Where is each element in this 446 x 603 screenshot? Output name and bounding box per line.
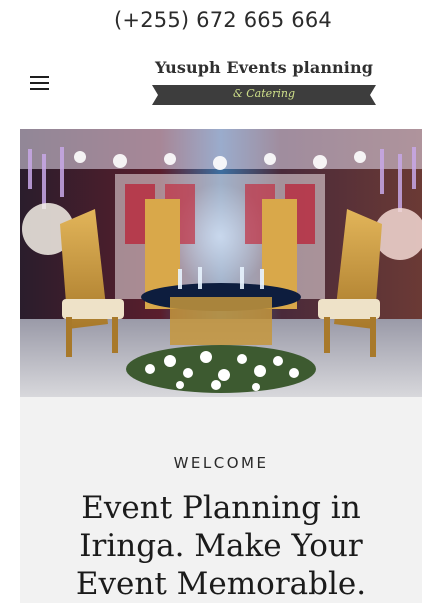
- welcome-label: WELCOME: [173, 454, 269, 472]
- hamburger-line: [30, 88, 49, 90]
- hamburger-menu-icon[interactable]: [30, 75, 50, 91]
- welcome-section: WELCOME Event Planning in Iringa. Make Y…: [20, 397, 422, 603]
- hamburger-line: [30, 82, 49, 84]
- phone-link[interactable]: (+255) 672 665 664: [114, 8, 332, 32]
- event-decor-photo: [20, 129, 422, 397]
- phone-bar: (+255) 672 665 664: [0, 0, 446, 44]
- page: (+255) 672 665 664 Yusuph Events plannin…: [0, 0, 446, 603]
- logo-title: Yusuph Events planning: [155, 58, 373, 77]
- hero-image: [20, 129, 422, 397]
- site-logo[interactable]: Yusuph Events planning & Catering: [150, 58, 378, 108]
- logo-subtitle: & Catering: [232, 87, 296, 100]
- page-headline: Event Planning in Iringa. Make Your Even…: [75, 490, 367, 602]
- hamburger-line: [30, 76, 49, 78]
- site-header: Yusuph Events planning & Catering: [0, 52, 446, 116]
- logo-banner: & Catering: [152, 85, 376, 105]
